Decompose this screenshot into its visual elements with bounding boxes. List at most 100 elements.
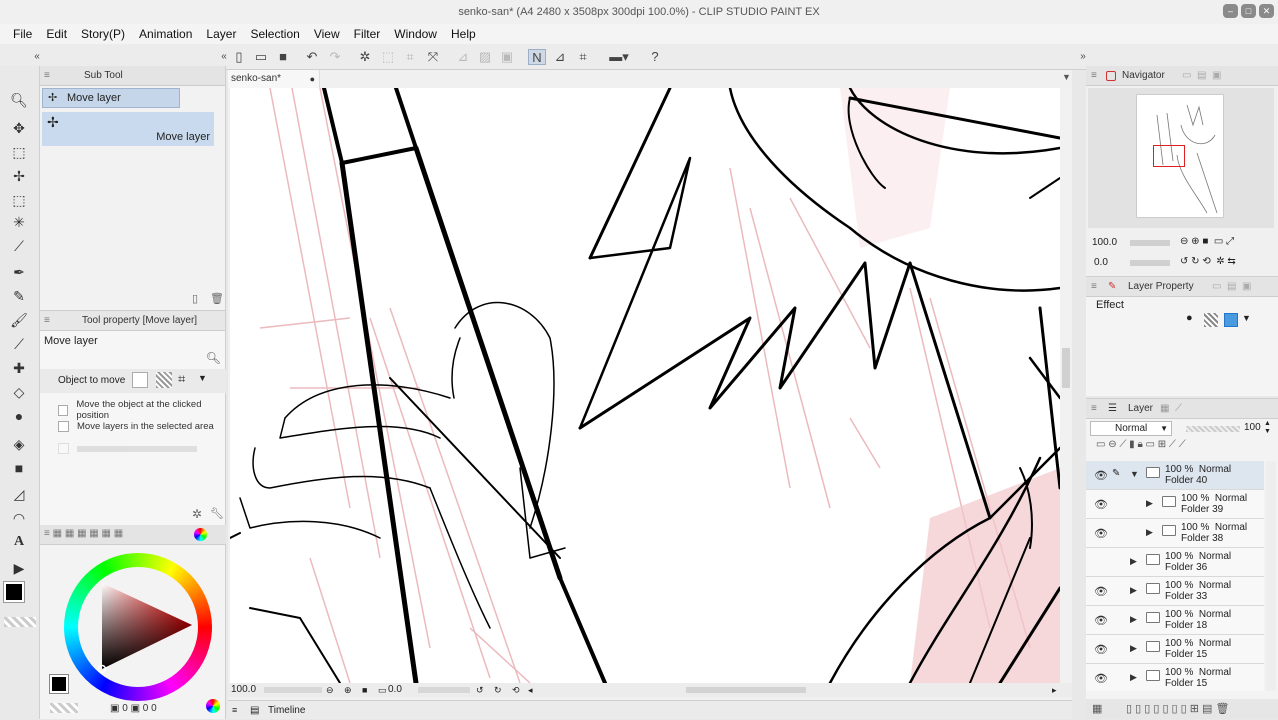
maximize-icon[interactable]: □: [1241, 4, 1256, 18]
fit-icon[interactable]: ■: [362, 683, 367, 697]
menu-layer[interactable]: Layer: [199, 24, 243, 44]
visibility-eye-icon[interactable]: 👁︎: [1094, 672, 1108, 685]
layer-row[interactable]: 👁︎ ▶ 100 % Normal Folder 39: [1086, 490, 1264, 519]
blend-tool-icon[interactable]: ●: [9, 406, 29, 426]
sub-tool-group-tab[interactable]: ✢ Move layer: [42, 88, 180, 108]
layer-row[interactable]: 👁︎ ▶ 100 % Normal Folder 15: [1086, 664, 1264, 691]
layer-row[interactable]: 👁︎ ✎ ▼ 100 % Normal Folder 40: [1086, 461, 1264, 490]
option-selected-area[interactable]: Move layers in the selected area: [58, 421, 214, 432]
folder-collapsed-icon[interactable]: ▶: [1130, 556, 1137, 567]
hue-ring[interactable]: [64, 553, 212, 701]
snap-to-ruler-icon[interactable]: N: [528, 49, 546, 65]
rotate-reset-icon[interactable]: ⟲: [512, 683, 520, 697]
object-layer-toggle[interactable]: [132, 372, 148, 388]
snap-to-grid-icon[interactable]: ⌗: [574, 49, 592, 65]
layer-row[interactable]: 👁︎ ▶ 100 % Normal Folder 18: [1086, 606, 1264, 635]
opacity-value[interactable]: 100: [1244, 422, 1261, 433]
magnify-icon[interactable]: 🔍︎: [206, 351, 221, 365]
menu-view[interactable]: View: [307, 24, 347, 44]
pencil-tool-icon[interactable]: ✎: [9, 286, 29, 306]
transparent-color-swatch[interactable]: [50, 703, 78, 713]
auto-select-tool-icon[interactable]: ✳: [9, 212, 29, 232]
opacity-spinner[interactable]: ▲ ▼: [1264, 420, 1271, 436]
selection-tool-icon[interactable]: ⬚: [9, 190, 29, 210]
delete-sub-tool-icon[interactable]: 🗑︎: [210, 292, 224, 305]
canvas-vertical-scrollbar[interactable]: [1060, 88, 1072, 683]
opacity-slider[interactable]: [1186, 426, 1240, 432]
help-icon[interactable]: ?: [646, 49, 664, 65]
layer-row[interactable]: 👁︎▶100 % NormalFolder 36: [1086, 548, 1264, 577]
scroll-right-icon[interactable]: ▸: [1052, 683, 1057, 697]
canvas-angle-value[interactable]: 0.0: [388, 683, 402, 697]
navigator-angle-value[interactable]: 0.0: [1094, 257, 1108, 268]
new-file-icon[interactable]: ▯: [230, 49, 248, 65]
zoom-out-icon[interactable]: ⊖: [326, 683, 334, 697]
border-effect-icon[interactable]: ●: [1186, 312, 1193, 324]
main-color-swatch[interactable]: [3, 581, 25, 603]
figure-tool-icon[interactable]: ◿: [9, 484, 29, 504]
horizontal-scroll-thumb[interactable]: [686, 687, 806, 693]
redo-icon[interactable]: ↷: [326, 49, 344, 65]
tone-effect-icon[interactable]: [1204, 313, 1218, 327]
menu-window[interactable]: Window: [387, 24, 444, 44]
outline-icon[interactable]: ▣: [498, 49, 516, 65]
panel-menu-icon[interactable]: ≡: [44, 311, 50, 331]
open-file-icon[interactable]: ▭: [252, 49, 270, 65]
menu-edit[interactable]: Edit: [39, 24, 74, 44]
zoom-tool-icon[interactable]: 🔍︎: [9, 90, 29, 110]
foreground-color-swatch[interactable]: [49, 674, 69, 694]
fill-icon[interactable]: ▨: [476, 49, 494, 65]
save-icon[interactable]: ■: [274, 49, 292, 65]
navigator-zoom-buttons[interactable]: ⊖ ⊕ ■ ▭ ⤢: [1180, 236, 1234, 247]
folder-expanded-icon[interactable]: ▼: [1130, 469, 1139, 479]
menu-selection[interactable]: Selection: [243, 24, 306, 44]
panel-menu-icon[interactable]: ≡: [232, 701, 237, 720]
pen-tool-icon[interactable]: ✒: [9, 262, 29, 282]
visibility-eye-icon[interactable]: 👁︎: [1094, 498, 1108, 511]
fill-tool-icon[interactable]: ◈: [9, 434, 29, 454]
clear-selection-icon[interactable]: ✲: [356, 49, 374, 65]
panel-menu-icon[interactable]: ≡: [1091, 66, 1097, 86]
menu-filter[interactable]: Filter: [347, 24, 388, 44]
folder-collapsed-icon[interactable]: ▶: [1130, 643, 1137, 654]
layer-panel-title[interactable]: Layer: [1128, 399, 1153, 419]
checkbox[interactable]: [58, 421, 69, 432]
minimize-icon[interactable]: –: [1223, 4, 1238, 18]
navigator-viewport-rect[interactable]: [1153, 145, 1185, 167]
display-menu-icon[interactable]: ▬▾: [603, 49, 635, 65]
gradient-tool-icon[interactable]: ■: [9, 458, 29, 478]
folder-collapsed-icon[interactable]: ▶: [1146, 498, 1153, 509]
transparent-color-swatch[interactable]: [4, 617, 36, 627]
eyedropper-tool-icon[interactable]: ⟋: [9, 236, 29, 256]
balloon-tool-icon[interactable]: ▶: [9, 558, 29, 578]
snap-to-special-ruler-icon[interactable]: ⊿: [551, 49, 569, 65]
dropdown-arrow-icon[interactable]: ▼: [198, 373, 207, 383]
layer-toolbar-icons[interactable]: ▭ ⊖ ⟋ ▮ 🔒︎ ▭ ⊞ ⟋ ⟋: [1096, 439, 1186, 450]
visibility-eye-icon[interactable]: 👁︎: [1094, 614, 1108, 627]
transform-icon[interactable]: ⤧: [424, 49, 442, 65]
blend-mode-select[interactable]: Normal ▼: [1090, 421, 1172, 436]
saturation-triangle[interactable]: [64, 553, 212, 701]
object-tone-toggle[interactable]: [156, 372, 172, 388]
canvas-zoom-value[interactable]: 100.0: [231, 683, 256, 697]
sub-tool-item[interactable]: ✢ Move layer: [42, 112, 214, 146]
new-sub-tool-icon[interactable]: ▯: [192, 292, 198, 305]
panel-tab-icons[interactable]: ▭ ▤ ▣: [1182, 66, 1221, 86]
layer-action-icons[interactable]: ▯ ▯ ▯ ▯ ▯ ▯ ▯ ⊞ ▤ 🗑︎: [1126, 702, 1229, 715]
rotate-slider[interactable]: [418, 687, 470, 693]
navigator-rotate-slider[interactable]: [1130, 260, 1170, 266]
layer-color-effect-icon[interactable]: [1224, 313, 1238, 327]
menu-file[interactable]: File: [6, 24, 39, 44]
selection-fill-icon[interactable]: ⌗: [401, 49, 419, 65]
undo-icon[interactable]: ↶: [303, 49, 321, 65]
frame-border-tool-icon[interactable]: ◠: [9, 508, 29, 528]
navigator-zoom-value[interactable]: 100.0: [1092, 237, 1117, 248]
menu-help[interactable]: Help: [444, 24, 483, 44]
timeline-label[interactable]: Timeline: [268, 701, 305, 720]
panel-menu-icon[interactable]: ≡ ▦ ▦ ▦ ▦ ▦ ▦: [44, 528, 123, 539]
navigator-zoom-slider[interactable]: [1130, 240, 1170, 246]
color-mode-icon[interactable]: [206, 699, 220, 713]
panel-tab-icons[interactable]: ▦ ⟋: [1160, 399, 1182, 419]
rotate-right-icon[interactable]: ↻: [494, 683, 502, 697]
actual-size-icon[interactable]: ▭: [378, 683, 387, 697]
